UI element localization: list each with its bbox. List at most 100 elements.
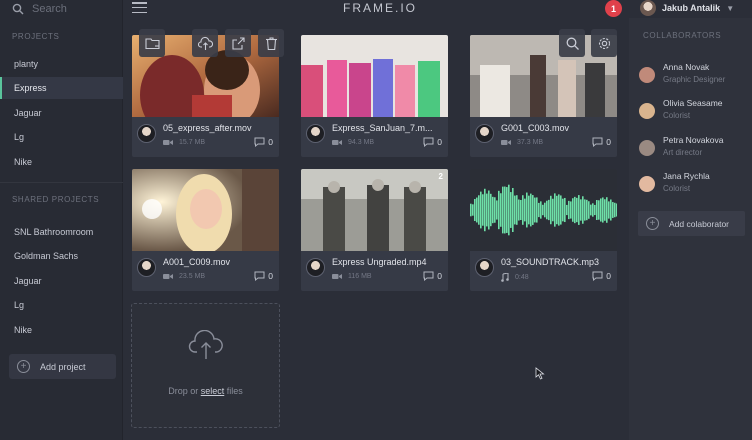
delete-button[interactable] bbox=[258, 29, 284, 57]
comment-count-value: 0 bbox=[268, 271, 273, 281]
file-name[interactable]: Express Ungraded.mp4 bbox=[332, 257, 427, 267]
waveform-bar bbox=[572, 198, 574, 222]
waveform-bar bbox=[568, 200, 570, 220]
comment-icon bbox=[254, 137, 265, 147]
file-size: 94.3 MB bbox=[348, 139, 375, 146]
collaborator-item[interactable]: Petra Novakova Art director bbox=[639, 135, 723, 157]
waveform-bar bbox=[574, 196, 576, 224]
select-files-link[interactable]: select bbox=[201, 386, 225, 396]
collaborator-item[interactable]: Jana Rychla Colorist bbox=[639, 171, 710, 193]
sidebar-item-lg[interactable]: Lg bbox=[0, 126, 123, 148]
collaborator-role: Colorist bbox=[663, 184, 691, 193]
file-card[interactable]: A001_C009.mov 23.5 MB 0 bbox=[132, 169, 279, 291]
collaborator-role: Colorist bbox=[663, 111, 691, 120]
waveform-bar bbox=[580, 199, 582, 221]
waveform-bar bbox=[494, 197, 496, 223]
waveform-bar bbox=[482, 194, 484, 226]
waveform-bar bbox=[532, 195, 534, 225]
waveform-bar bbox=[562, 198, 564, 222]
user-menu[interactable]: Jakub Antalik ▼ bbox=[640, 0, 734, 16]
brand-logo: FRAME.IO bbox=[343, 1, 418, 15]
waveform-bar bbox=[548, 199, 550, 221]
card-info: Express Ungraded.mp4 116 MB 0 bbox=[301, 251, 448, 291]
file-name[interactable]: G001_C003.mov bbox=[501, 123, 569, 133]
avatar bbox=[306, 124, 325, 143]
avatar bbox=[639, 176, 655, 192]
sidebar-item-shared-lg[interactable]: Lg bbox=[0, 294, 123, 316]
waveform-bar bbox=[518, 199, 520, 221]
waveform-bar bbox=[550, 195, 552, 225]
upload-dropzone[interactable]: Drop or select files bbox=[131, 303, 280, 428]
sidebar-item-nike[interactable]: Nike bbox=[0, 151, 123, 173]
comments-count[interactable]: 0 bbox=[254, 137, 273, 147]
search-icon bbox=[566, 37, 579, 50]
file-meta: 15.7 MB bbox=[163, 139, 205, 146]
comments-count[interactable]: 0 bbox=[423, 271, 442, 281]
waveform-bar bbox=[608, 201, 610, 219]
add-project-button[interactable]: + Add project bbox=[9, 354, 116, 379]
sidebar-item-shared-nike[interactable]: Nike bbox=[0, 319, 123, 341]
avatar bbox=[639, 140, 655, 156]
file-meta: 116 MB bbox=[332, 273, 372, 280]
waveform-bar bbox=[502, 186, 504, 234]
comments-count[interactable]: 0 bbox=[592, 137, 611, 147]
search-box[interactable] bbox=[12, 0, 112, 18]
comment-count-value: 0 bbox=[437, 271, 442, 281]
waveform-bar bbox=[600, 198, 602, 222]
new-folder-button[interactable] bbox=[139, 29, 165, 57]
share-button[interactable] bbox=[225, 29, 251, 57]
search-input[interactable] bbox=[32, 3, 112, 15]
add-collaborator-button[interactable]: + Add colaborator bbox=[638, 211, 745, 236]
file-card[interactable]: 03_SOUNDTRACK.mp3 0:48 0 bbox=[470, 169, 617, 291]
comment-count-value: 0 bbox=[606, 271, 611, 281]
menu-icon[interactable] bbox=[132, 2, 147, 13]
waveform-bar bbox=[520, 199, 522, 221]
cloud-upload-icon bbox=[188, 330, 223, 359]
comment-icon bbox=[592, 271, 603, 281]
file-name[interactable]: A001_C009.mov bbox=[163, 257, 230, 267]
collaborator-item[interactable]: Anna Novak Graphic Designer bbox=[639, 62, 725, 84]
comments-count[interactable]: 0 bbox=[423, 137, 442, 147]
upload-button[interactable] bbox=[192, 29, 218, 57]
waveform-bar bbox=[488, 190, 490, 230]
notification-badge[interactable]: 1 bbox=[605, 0, 622, 17]
video-camera-icon bbox=[163, 274, 173, 279]
waveform-bar bbox=[500, 193, 502, 227]
waveform-bar bbox=[474, 198, 476, 222]
file-name[interactable]: 05_express_after.mov bbox=[163, 123, 252, 133]
sidebar-item-goldman[interactable]: Goldman Sachs bbox=[0, 245, 123, 267]
sidebar-item-jaguar[interactable]: Jaguar bbox=[0, 102, 123, 124]
file-size: 23.5 MB bbox=[179, 273, 206, 280]
waveform-bar bbox=[560, 195, 562, 225]
waveform-bar bbox=[614, 202, 616, 218]
settings-button[interactable] bbox=[591, 29, 617, 57]
plus-icon: + bbox=[17, 360, 30, 373]
file-size: 15.7 MB bbox=[179, 139, 206, 146]
file-name[interactable]: Express_SanJuan_7.m... bbox=[332, 123, 433, 133]
comment-count-value: 0 bbox=[268, 137, 273, 147]
sidebar-item-shared-jaguar[interactable]: Jaguar bbox=[0, 270, 123, 292]
waveform-bar bbox=[538, 202, 540, 218]
file-size: 116 MB bbox=[348, 273, 372, 280]
sidebar-item-snl[interactable]: SNL Bathroomroom bbox=[0, 221, 123, 243]
sidebar-divider bbox=[0, 182, 123, 183]
video-thumbnail bbox=[301, 169, 448, 251]
sidebar-item-planty[interactable]: planty bbox=[0, 53, 123, 75]
file-name[interactable]: 03_SOUNDTRACK.mp3 bbox=[501, 257, 599, 267]
waveform-bar bbox=[606, 197, 608, 223]
file-meta: 37.3 MB bbox=[501, 139, 543, 146]
waveform-bar bbox=[476, 197, 478, 223]
comments-count[interactable]: 0 bbox=[592, 271, 611, 281]
comments-count[interactable]: 0 bbox=[254, 271, 273, 281]
sidebar-item-express[interactable]: Express bbox=[0, 77, 123, 99]
collaborators-panel: COLLABORATORS Anna Novak Graphic Designer… bbox=[629, 18, 752, 440]
collaborator-item[interactable]: Olivia Seasame Colorist bbox=[639, 98, 723, 120]
audio-waveform bbox=[470, 169, 617, 251]
avatar bbox=[639, 103, 655, 119]
file-card[interactable]: 2 Express Ungraded.mp4 116 MB 0 bbox=[301, 169, 448, 291]
waveform-bar bbox=[504, 186, 506, 234]
waveform-bar bbox=[546, 200, 548, 220]
waveform-bar bbox=[602, 197, 604, 223]
waveform-bar bbox=[612, 202, 614, 218]
search-files-button[interactable] bbox=[559, 29, 585, 57]
